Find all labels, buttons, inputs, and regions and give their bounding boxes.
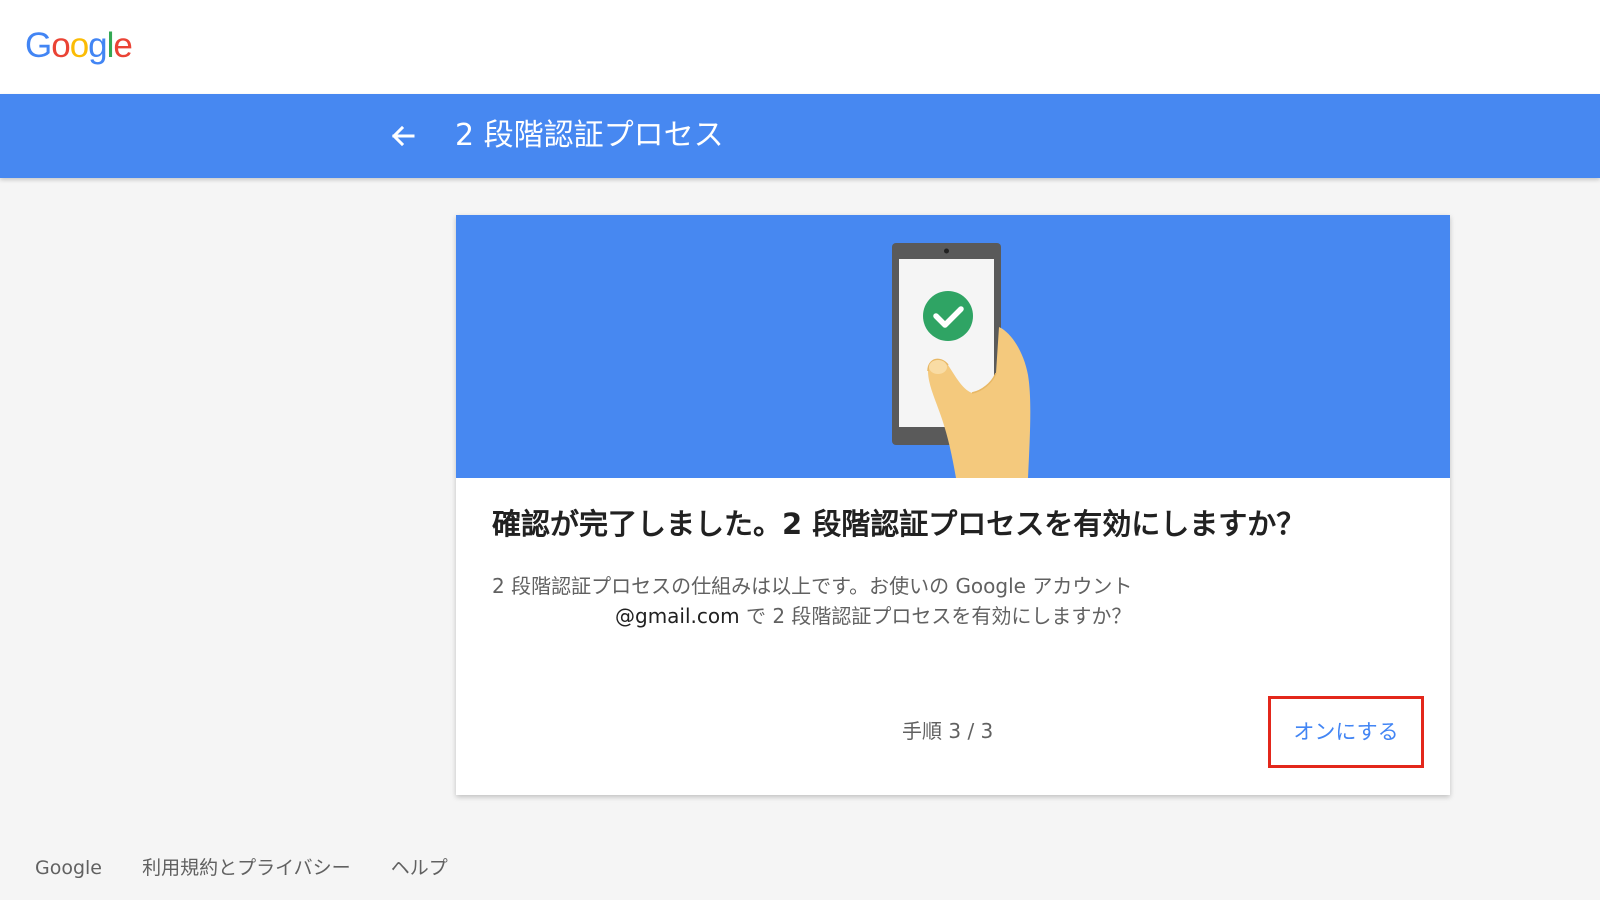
- confirmation-description: 2 段階認証プロセスの仕組みは以上です。お使いの Google アカウント @g…: [492, 571, 1392, 631]
- logo-letter-g2: g: [88, 26, 107, 65]
- turn-on-button[interactable]: オンにする: [1268, 696, 1424, 768]
- footer: Google 利用規約とプライバシー ヘルプ: [35, 853, 482, 883]
- footer-link-google[interactable]: Google: [35, 857, 102, 879]
- arrow-left-icon: [391, 125, 415, 147]
- footer-link-help[interactable]: ヘルプ: [391, 857, 448, 879]
- description-line-2: @gmail.com で 2 段階認証プロセスを有効にしますか？: [492, 601, 1392, 631]
- description-line-2-text: で 2 段階認証プロセスを有効にしますか？: [739, 604, 1132, 628]
- back-button[interactable]: [386, 116, 426, 156]
- logo-letter-l: l: [106, 26, 115, 65]
- confirmation-heading: 確認が完了しました。2 段階認証プロセスを有効にしますか？: [492, 507, 1306, 541]
- confirmation-card: 確認が完了しました。2 段階認証プロセスを有効にしますか？ 2 段階認証プロセス…: [456, 215, 1450, 795]
- footer-link-terms-privacy[interactable]: 利用規約とプライバシー: [142, 857, 351, 879]
- logo-letter-o2: o: [69, 26, 89, 65]
- logo-letter-g: G: [25, 26, 52, 65]
- step-indicator: 手順 3 / 3: [902, 719, 994, 743]
- hero-banner: [456, 215, 1450, 478]
- top-bar: Google: [0, 0, 1600, 94]
- page-title: 2 段階認証プロセス: [455, 118, 724, 153]
- page-header: 2 段階認証プロセス: [0, 94, 1600, 178]
- google-logo[interactable]: Google: [25, 24, 133, 68]
- phone-checkmark-illustration: [892, 243, 1031, 478]
- description-line-1: 2 段階認証プロセスの仕組みは以上です。お使いの Google アカウント: [492, 574, 1133, 598]
- account-email: @gmail.com: [615, 604, 740, 628]
- logo-letter-e: e: [113, 26, 132, 65]
- logo-letter-o1: o: [51, 26, 70, 65]
